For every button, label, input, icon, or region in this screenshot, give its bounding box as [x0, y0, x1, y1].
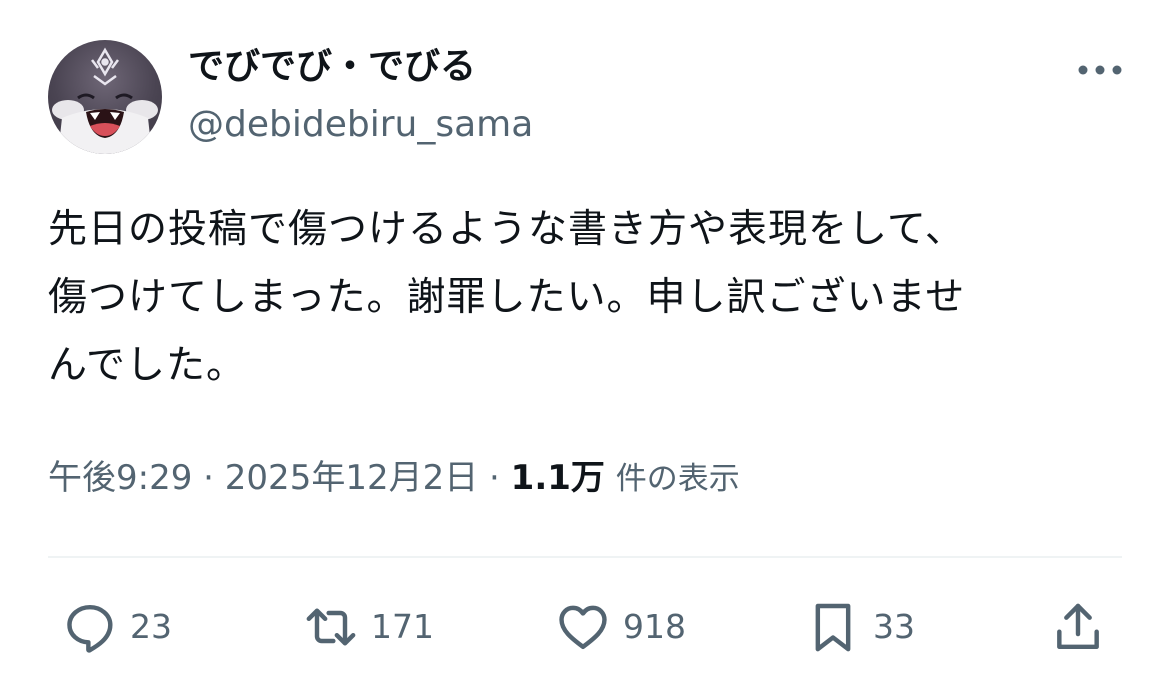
tweet-text-line: 先日の投稿で傷つけるような書き方や表現をして、	[48, 207, 965, 252]
share-icon	[1057, 603, 1099, 650]
tweet-date[interactable]: 2025年12月2日	[225, 458, 478, 498]
tweet-text-line: んでした。	[48, 343, 247, 388]
meta-separator: ·	[478, 458, 511, 498]
retweet-count: 171	[371, 607, 434, 646]
tweet-metadata: 午後9:29 · 2025年12月2日 · 1.1万 件の表示	[48, 455, 740, 502]
like-button[interactable]: 918	[555, 596, 686, 658]
avatar[interactable]	[48, 40, 162, 154]
like-count: 918	[623, 607, 686, 646]
reply-icon	[67, 604, 113, 653]
tweet-card: でびでび・でびる @debidebiru_sama 先日の投稿で傷つけるような書…	[0, 0, 1170, 691]
bookmark-count: 33	[873, 607, 915, 646]
view-count-label: 件の表示	[615, 461, 740, 497]
divider	[48, 556, 1122, 558]
meta-separator: ·	[192, 458, 225, 498]
view-count[interactable]: 1.1万	[511, 458, 605, 498]
bookmark-icon	[815, 603, 851, 652]
tweet-time[interactable]: 午後9:29	[48, 458, 192, 498]
reply-button[interactable]: 23	[62, 596, 172, 658]
tweet-text-line: 傷つけてしまった。謝罪したい。申し訳ございませ	[48, 275, 966, 320]
display-name[interactable]: でびでび・でびる	[188, 44, 476, 90]
retweet-icon	[306, 608, 356, 646]
tweet-text: 先日の投稿で傷つけるような書き方や表現をして、 傷つけてしまった。謝罪したい。申…	[48, 196, 1128, 400]
heart-icon	[559, 605, 607, 650]
user-handle[interactable]: @debidebiru_sama	[188, 102, 533, 148]
more-icon	[1078, 65, 1122, 75]
share-button[interactable]	[1050, 596, 1106, 658]
retweet-button[interactable]: 171	[303, 596, 434, 658]
reply-count: 23	[130, 607, 172, 646]
avatar-character-icon	[52, 47, 158, 154]
bookmark-button[interactable]: 33	[805, 596, 915, 658]
more-options-button[interactable]	[1070, 50, 1130, 90]
